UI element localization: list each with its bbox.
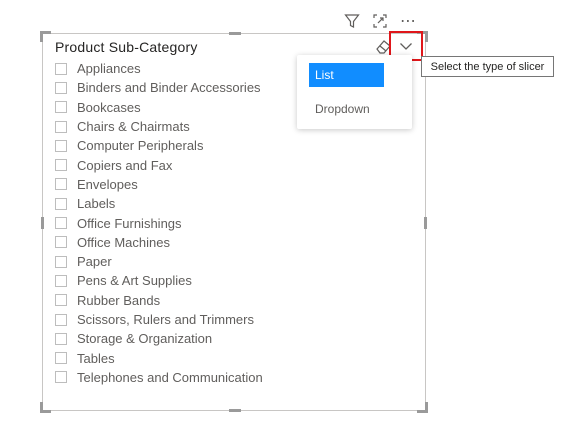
checkbox[interactable] xyxy=(55,313,67,326)
checkbox[interactable] xyxy=(55,120,67,133)
slicer-item-label: Bookcases xyxy=(77,99,141,115)
slicer-item-label: Computer Peripherals xyxy=(77,138,204,154)
slicer-item[interactable]: Rubber Bands xyxy=(55,291,263,310)
chevron-down-icon xyxy=(400,43,412,50)
slicer-item[interactable]: Binders and Binder Accessories xyxy=(55,78,263,97)
checkbox[interactable] xyxy=(55,159,67,172)
slicer-item-list: Appliances Binders and Binder Accessories… xyxy=(55,59,263,387)
slicer-item-label: Labels xyxy=(77,196,116,212)
checkbox[interactable] xyxy=(55,332,67,345)
slicer-item-label: Pens & Art Supplies xyxy=(77,273,192,289)
slicer-item-label: Binders and Binder Accessories xyxy=(77,80,261,96)
checkbox[interactable] xyxy=(55,81,67,94)
slicer-item[interactable]: Copiers and Fax xyxy=(55,155,263,174)
resize-handle-right[interactable] xyxy=(424,217,427,229)
slicer-item[interactable]: Labels xyxy=(55,194,263,213)
slicer-item-label: Appliances xyxy=(77,61,141,77)
slicer-item-label: Scissors, Rulers and Trimmers xyxy=(77,312,254,327)
checkbox[interactable] xyxy=(55,178,67,191)
checkbox[interactable] xyxy=(55,371,67,384)
slicer-item-label: Chairs & Chairmats xyxy=(77,119,190,135)
slicer-type-option-dropdown[interactable]: Dropdown xyxy=(309,97,384,121)
slicer-item-label: Envelopes xyxy=(77,176,138,192)
resize-handle-bottom-right[interactable] xyxy=(417,402,428,413)
focus-mode-icon[interactable] xyxy=(371,12,389,30)
slicer-item[interactable]: Chairs & Chairmats xyxy=(55,117,263,136)
slicer-item[interactable]: Computer Peripherals xyxy=(55,136,263,155)
slicer-item[interactable]: Telephones and Communication xyxy=(55,368,263,387)
slicer-item-label: Office Machines xyxy=(77,234,170,250)
resize-handle-left[interactable] xyxy=(41,217,44,229)
slicer-item-label: Rubber Bands xyxy=(77,292,161,308)
checkbox[interactable] xyxy=(55,217,67,230)
checkbox[interactable] xyxy=(55,274,67,287)
slicer-item[interactable]: Storage & Organization xyxy=(55,329,263,348)
slicer-item[interactable]: Pens & Art Supplies xyxy=(55,271,263,290)
slicer-item[interactable]: Office Machines xyxy=(55,233,263,252)
resize-handle-top-left[interactable] xyxy=(40,31,51,42)
slicer-item-label: Storage & Organization xyxy=(77,331,213,347)
checkbox[interactable] xyxy=(55,255,67,268)
more-options-icon[interactable]: ⋯ xyxy=(399,12,417,30)
slicer-type-option-list[interactable]: List xyxy=(309,63,384,87)
checkbox[interactable] xyxy=(55,101,67,114)
slicer-item[interactable]: Office Furnishings xyxy=(55,213,263,232)
slicer-item-label: Telephones and Communication xyxy=(77,369,263,385)
slicer-title: Product Sub-Category xyxy=(55,39,198,55)
resize-handle-bottom[interactable] xyxy=(229,409,241,412)
checkbox[interactable] xyxy=(55,62,67,75)
checkbox[interactable] xyxy=(55,294,67,307)
resize-handle-top[interactable] xyxy=(229,32,241,35)
slicer-item[interactable]: Paper xyxy=(55,252,263,271)
slicer-item[interactable]: Scissors, Rulers and Trimmers xyxy=(55,310,263,329)
tooltip: Select the type of slicer xyxy=(421,56,554,77)
visual-header-toolbar: ⋯ xyxy=(343,10,429,32)
slicer-item[interactable]: Appliances xyxy=(55,59,263,78)
checkbox[interactable] xyxy=(55,236,67,249)
slicer-item-label: Office Furnishings xyxy=(77,215,182,231)
slicer-item-label: Paper xyxy=(77,254,112,270)
slicer-item[interactable]: Tables xyxy=(55,348,263,367)
checkbox[interactable] xyxy=(55,352,67,365)
resize-handle-bottom-left[interactable] xyxy=(40,402,51,413)
slicer-item-label: Tables xyxy=(77,350,115,366)
slicer-type-menu: List Dropdown xyxy=(297,55,412,129)
slicer-item[interactable]: Bookcases xyxy=(55,98,263,117)
checkbox[interactable] xyxy=(55,139,67,152)
filter-icon[interactable] xyxy=(343,12,361,30)
checkbox[interactable] xyxy=(55,197,67,210)
slicer-item[interactable]: Envelopes xyxy=(55,175,263,194)
slicer-item-label: Copiers and Fax xyxy=(77,157,173,173)
